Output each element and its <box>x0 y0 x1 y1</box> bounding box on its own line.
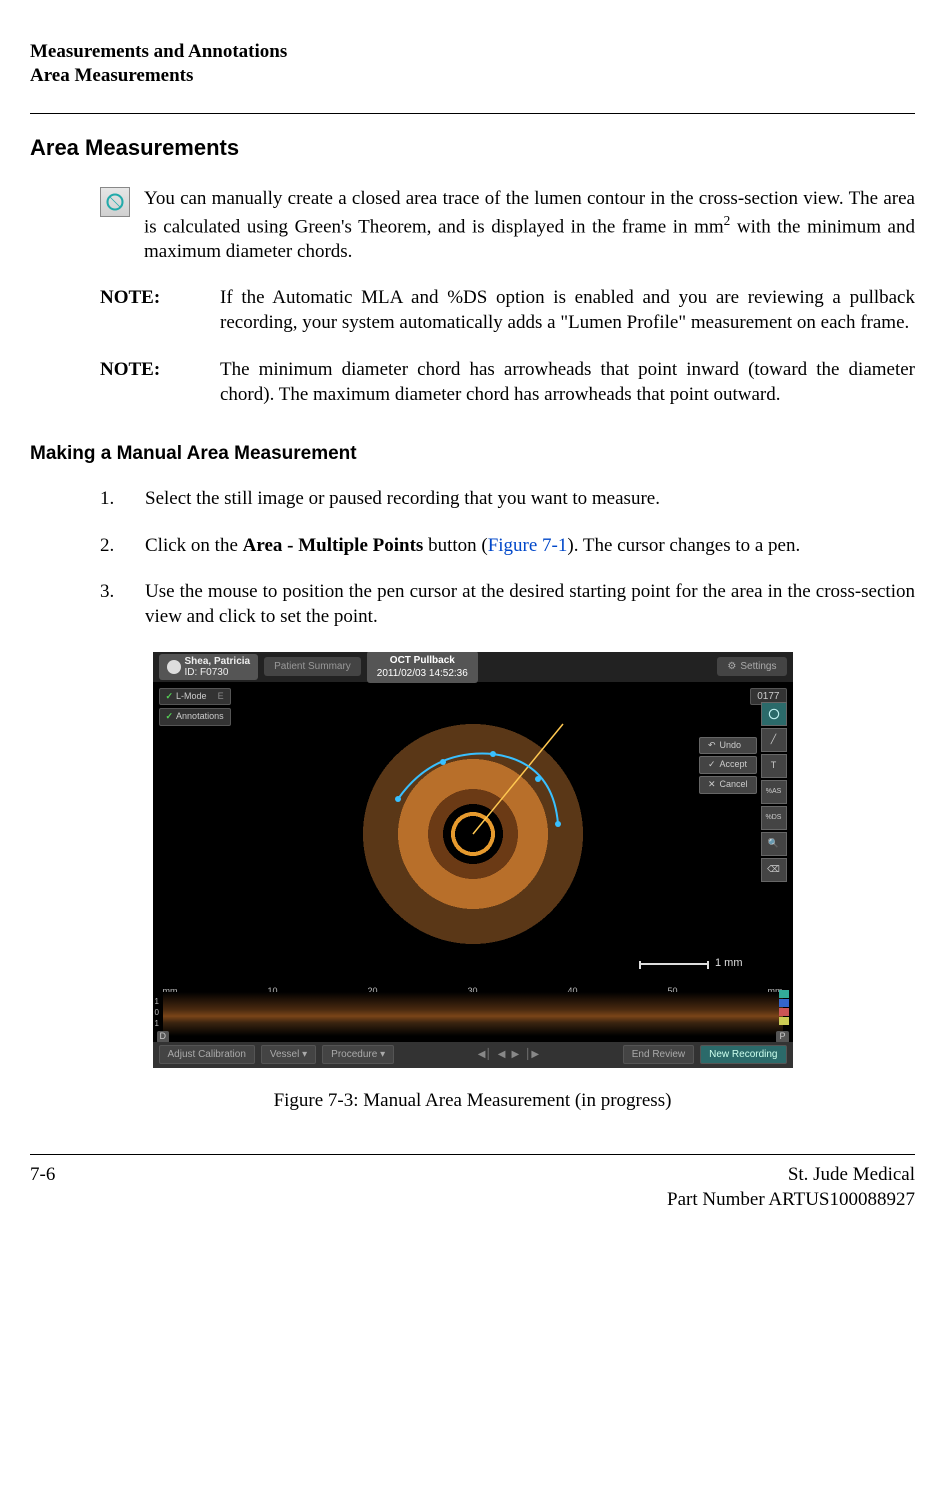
step-3: 3. Use the mouse to position the pen cur… <box>100 580 915 629</box>
gear-icon: ⚙ <box>727 660 736 673</box>
l-mode-view[interactable]: mm 10 20 30 40 50 mm 1 0 1 D P <box>153 986 793 1042</box>
oct-image <box>353 714 593 954</box>
part-number: Part Number ARTUS100088927 <box>667 1188 915 1213</box>
page-footer: 7-6 St. Jude Medical Part Number ARTUS10… <box>30 1163 915 1212</box>
step-body: Select the still image or paused recordi… <box>145 487 915 512</box>
prev-frame-button[interactable]: ◀│ <box>478 1048 492 1061</box>
page-header: Measurements and Annotations Area Measur… <box>30 40 915 88</box>
step-number: 3. <box>100 580 145 629</box>
note-label: NOTE: <box>100 358 220 383</box>
step-number: 1. <box>100 487 145 512</box>
bookmark-markers <box>779 990 789 1025</box>
tab-oct-pullback[interactable]: OCT Pullback 2011/02/03 14:52:36 <box>367 652 478 683</box>
chevron-down-icon: ▾ <box>302 1049 307 1060</box>
chevron-down-icon: ▾ <box>380 1049 385 1060</box>
intro-paragraph: You can manually create a closed area tr… <box>100 187 915 264</box>
cross-section-view[interactable]: 1 mm <box>153 682 793 986</box>
procedure-dropdown[interactable]: Procedure ▾ <box>322 1045 394 1064</box>
note-body: The minimum diameter chord has arrowhead… <box>220 358 915 407</box>
area-tool-icon <box>100 187 130 217</box>
play-forward-button[interactable]: ▶ <box>511 1048 519 1061</box>
header-rule <box>30 113 915 114</box>
app-header: Shea, Patricia ID: F0730 Patient Summary… <box>153 652 793 682</box>
section-title: Area Measurements <box>30 134 915 163</box>
footer-rule <box>30 1154 915 1155</box>
bottom-toolbar: Adjust Calibration Vessel ▾ Procedure ▾ … <box>153 1042 793 1068</box>
note-1: NOTE: If the Automatic MLA and %DS optio… <box>100 286 915 335</box>
adjust-calibration-button[interactable]: Adjust Calibration <box>159 1045 255 1064</box>
tab-patient-summary[interactable]: Patient Summary <box>264 657 361 676</box>
step-number: 2. <box>100 534 145 559</box>
step-2: 2. Click on the Area - Multiple Points b… <box>100 534 915 559</box>
figure-7-3: Shea, Patricia ID: F0730 Patient Summary… <box>30 652 915 1114</box>
patient-badge[interactable]: Shea, Patricia ID: F0730 <box>159 654 259 680</box>
note-body: If the Automatic MLA and %DS option is e… <box>220 286 915 335</box>
end-review-button[interactable]: End Review <box>623 1045 694 1064</box>
figure-reference-link[interactable]: Figure 7-1 <box>488 535 568 556</box>
page-number: 7-6 <box>30 1163 55 1212</box>
new-recording-button[interactable]: New Recording <box>700 1045 786 1064</box>
header-line-1: Measurements and Annotations <box>30 40 915 64</box>
screenshot-oct-app: Shea, Patricia ID: F0730 Patient Summary… <box>153 652 793 1068</box>
vessel-dropdown[interactable]: Vessel ▾ <box>261 1045 316 1064</box>
settings-button[interactable]: ⚙ Settings <box>717 657 786 676</box>
next-frame-button[interactable]: │▶ <box>525 1048 539 1061</box>
step-1: 1. Select the still image or paused reco… <box>100 487 915 512</box>
subsection-title: Making a Manual Area Measurement <box>30 442 915 467</box>
company-name: St. Jude Medical <box>667 1163 915 1188</box>
header-line-2: Area Measurements <box>30 64 915 88</box>
figure-caption: Figure 7-3: Manual Area Measurement (in … <box>30 1089 915 1114</box>
note-2: NOTE: The minimum diameter chord has arr… <box>100 358 915 407</box>
step-body: Use the mouse to position the pen cursor… <box>145 580 915 629</box>
intro-text: You can manually create a closed area tr… <box>144 187 915 264</box>
step-body: Click on the Area - Multiple Points butt… <box>145 534 915 559</box>
note-label: NOTE: <box>100 286 220 311</box>
avatar-icon <box>167 660 181 674</box>
play-back-button[interactable]: ◀ <box>498 1048 506 1061</box>
scale-bar: 1 mm <box>639 956 743 970</box>
